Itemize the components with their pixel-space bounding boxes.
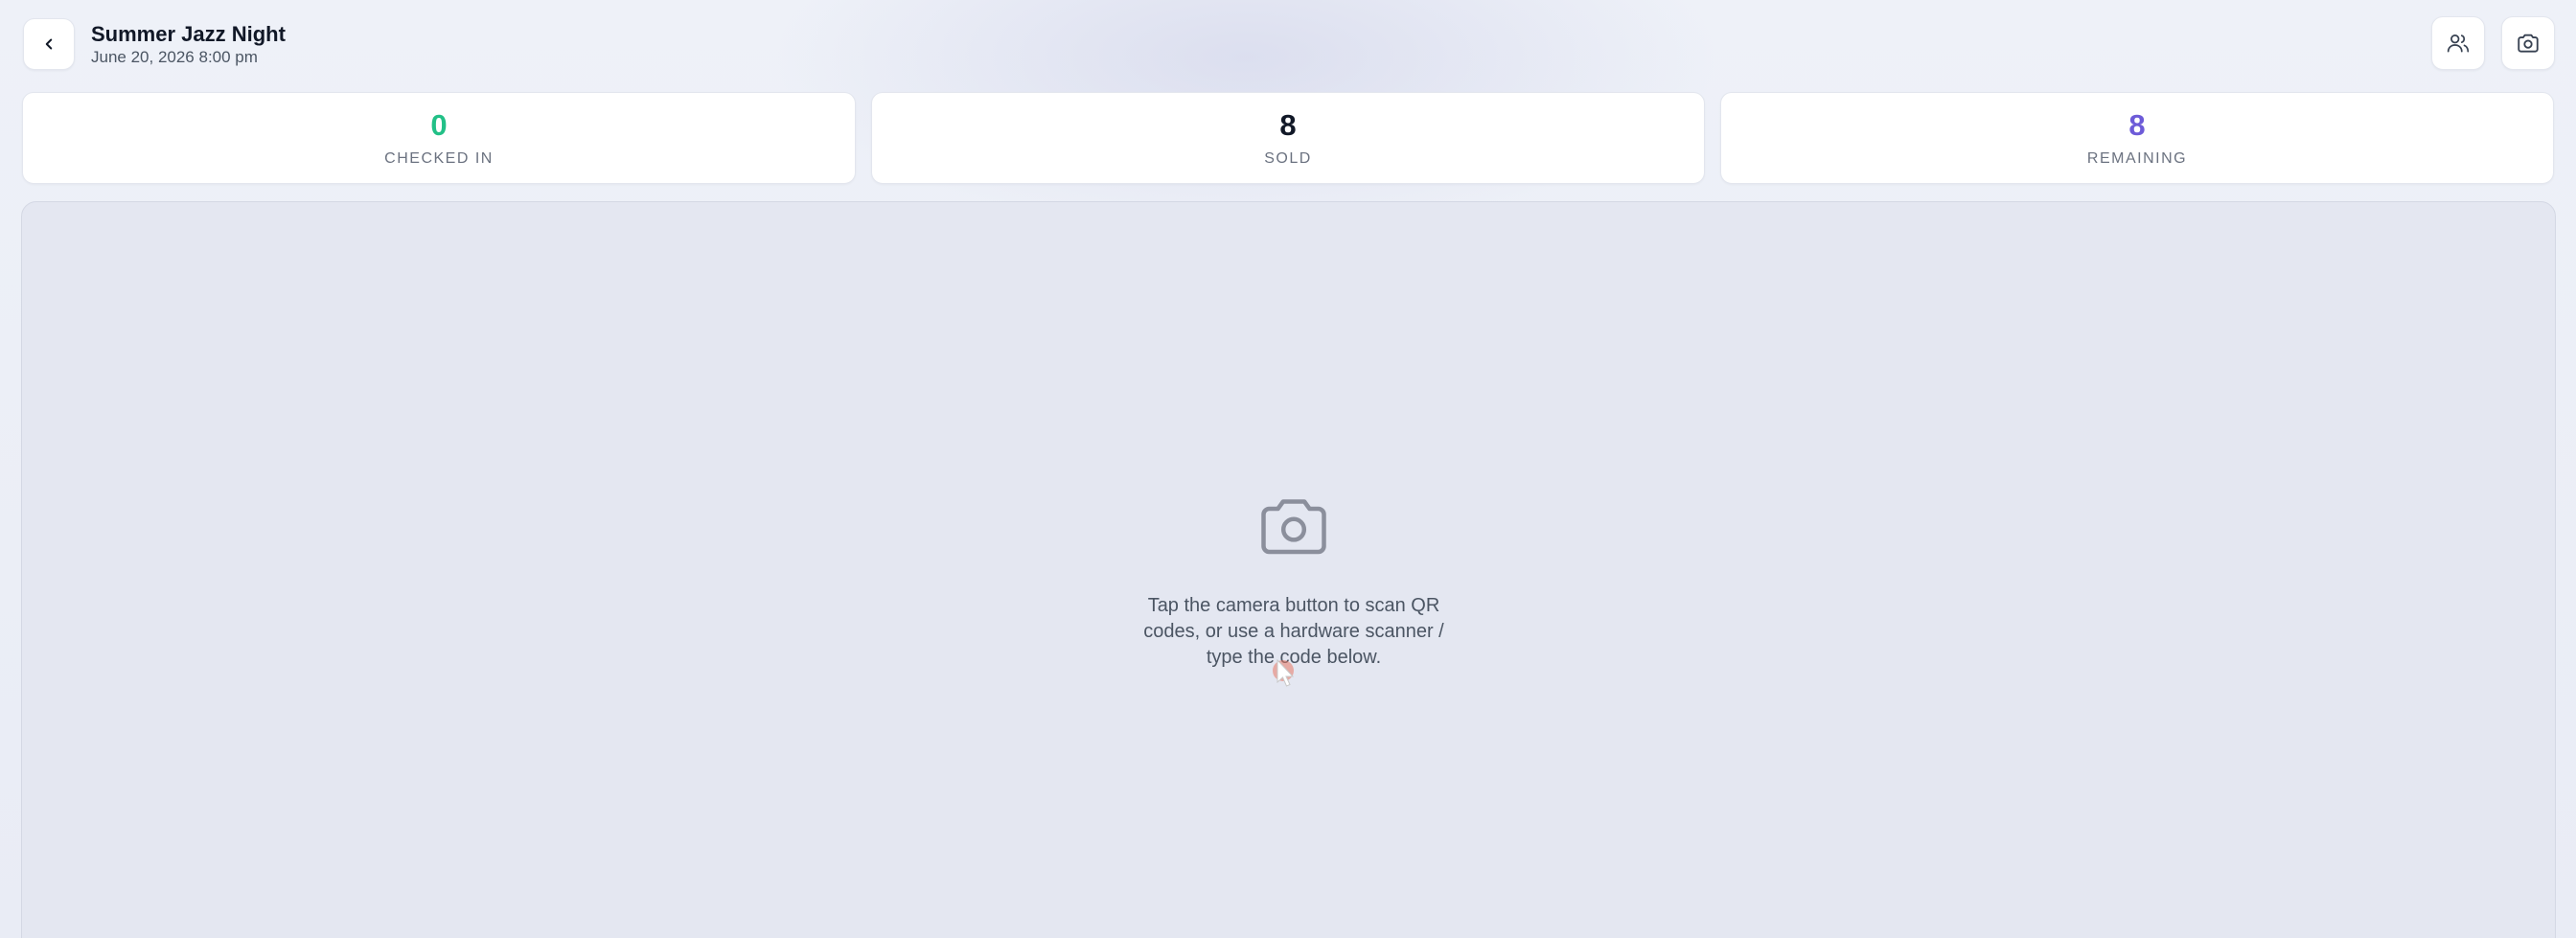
chevron-left-icon <box>45 38 53 50</box>
stat-label-checked-in: CHECKED IN <box>384 150 494 167</box>
stat-value-checked-in: 0 <box>430 108 448 142</box>
header: Summer Jazz Night June 20, 2026 8:00 pm <box>0 0 2576 86</box>
mouse-cursor-icon <box>1273 658 1295 687</box>
camera-icon <box>1261 499 1326 555</box>
event-date: June 20, 2026 8:00 pm <box>91 48 258 66</box>
stat-label-remaining: REMAINING <box>2086 150 2188 167</box>
stats-row: 0 CHECKED IN 8 SOLD 8 REMAINING <box>22 92 2555 184</box>
stat-checked-in: 0 CHECKED IN <box>22 92 856 184</box>
event-title-block: Summer Jazz Night June 20, 2026 8:00 pm <box>91 21 286 67</box>
stat-remaining: 8 REMAINING <box>1720 92 2554 184</box>
camera-button[interactable] <box>2501 16 2555 70</box>
stat-label-sold: SOLD <box>1264 150 1312 167</box>
attendees-button[interactable] <box>2431 16 2485 70</box>
stat-value-remaining: 8 <box>2128 108 2146 142</box>
back-button[interactable] <box>23 18 75 70</box>
scanner-area[interactable]: Tap the camera button to scan QR codes, … <box>21 201 2556 938</box>
event-title: Summer Jazz Night <box>91 22 286 46</box>
stat-value-sold: 8 <box>1279 108 1297 142</box>
camera-icon <box>2518 34 2539 53</box>
stat-sold: 8 SOLD <box>871 92 1705 184</box>
users-icon <box>2447 34 2470 53</box>
